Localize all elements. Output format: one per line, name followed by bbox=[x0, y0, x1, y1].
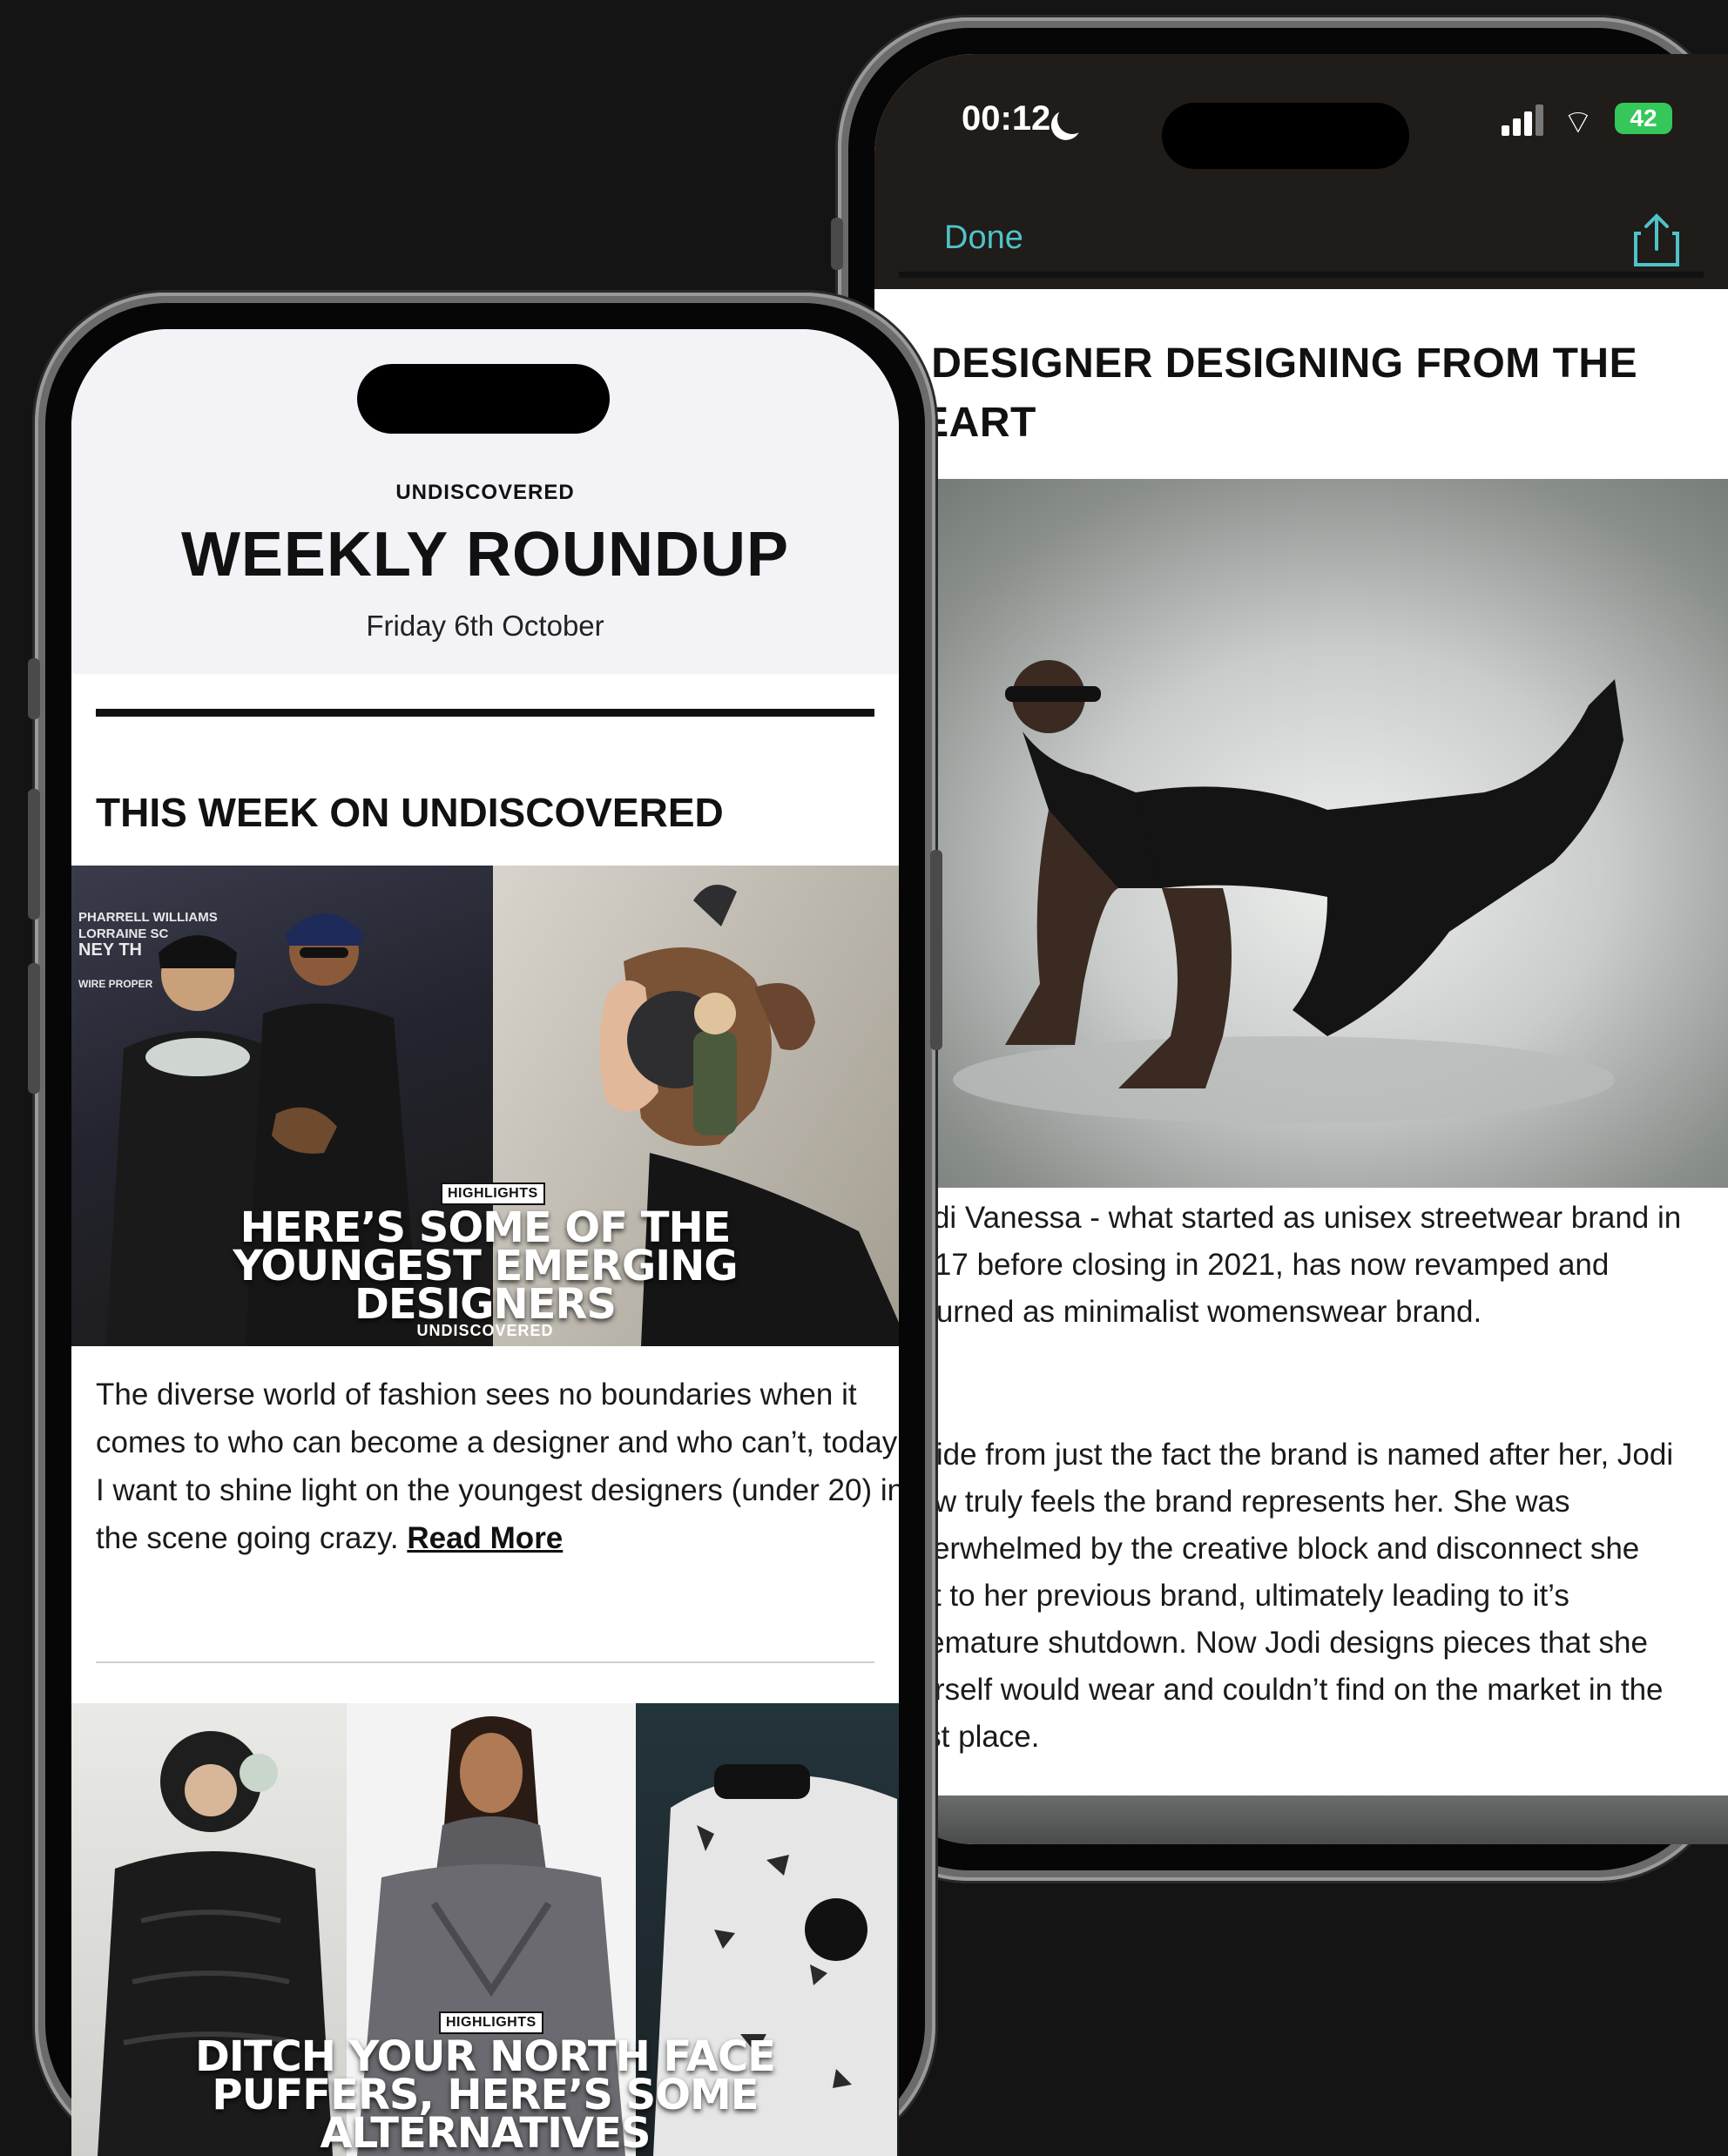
highlights-badge: HIGHLIGHTS bbox=[439, 2011, 543, 2034]
share-icon[interactable] bbox=[1630, 211, 1683, 268]
read-more-link[interactable]: Read More bbox=[407, 1521, 563, 1555]
back-phone-frame: 00:12 ⌔ 42 Done A DESIGNER DESIGNING FRO… bbox=[831, 17, 1728, 1881]
cellular-signal-icon bbox=[1502, 104, 1545, 136]
article-photo bbox=[874, 1796, 1728, 1844]
newsletter-header: UNDISCOVERED WEEKLY ROUNDUP Friday 6th O… bbox=[71, 329, 899, 674]
story-summary: The diverse world of fashion sees no bou… bbox=[96, 1371, 899, 1562]
side-button bbox=[930, 850, 942, 1050]
side-button bbox=[28, 658, 40, 719]
story-hero-image[interactable]: HIGHLIGHTS DITCH YOUR NORTH FACE PUFFERS… bbox=[71, 1703, 899, 2156]
side-button bbox=[28, 963, 40, 1094]
divider bbox=[96, 1661, 874, 1663]
front-phone-frame: UNDISCOVERED WEEKLY ROUNDUP Friday 6th O… bbox=[28, 293, 942, 2156]
brand-name: UNDISCOVERED bbox=[395, 481, 575, 504]
status-time: 00:12 bbox=[962, 99, 1051, 138]
story-overlay-title: DITCH YOUR NORTH FACE PUFFERS, HERE’S SO… bbox=[195, 2032, 776, 2156]
newsletter-title: WEEKLY ROUNDUP bbox=[180, 520, 790, 590]
story-hero-image[interactable]: PHARRELL WILLIAMS LORRAINE SC NEY TH WIR… bbox=[71, 866, 899, 1346]
section-title: THIS WEEK ON UNDISCOVERED bbox=[96, 790, 724, 835]
divider bbox=[96, 709, 874, 717]
article-heading: A DESIGNER DESIGNING FROM THE HEART bbox=[890, 340, 1638, 446]
back-phone-screen: 00:12 ⌔ 42 Done A DESIGNER DESIGNING FRO… bbox=[874, 54, 1728, 1844]
story-overlay-title: HERE’S SOME OF THE YOUNGEST EMERGING DES… bbox=[233, 1203, 738, 1329]
status-bar: 00:12 ⌔ 42 bbox=[874, 54, 1728, 193]
model-photo bbox=[874, 479, 1728, 1188]
newsletter-date: Friday 6th October bbox=[366, 610, 604, 642]
side-button bbox=[28, 789, 40, 920]
wifi-icon: ⌔ bbox=[1563, 104, 1594, 141]
dynamic-island bbox=[1162, 103, 1409, 169]
done-button[interactable]: Done bbox=[944, 219, 1023, 257]
moon-icon bbox=[1053, 100, 1091, 138]
dynamic-island bbox=[357, 364, 610, 434]
article-paragraph: Jodi Vanessa - what started as unisex st… bbox=[901, 1201, 1682, 1329]
model-illustration bbox=[953, 660, 1623, 1123]
article-paragraph: Aside from just the fact the brand is na… bbox=[901, 1438, 1674, 1754]
front-phone-screen: UNDISCOVERED WEEKLY ROUNDUP Friday 6th O… bbox=[71, 329, 899, 2156]
image-brand-label: UNDISCOVERED bbox=[416, 1322, 554, 1339]
highlights-badge: HIGHLIGHTS bbox=[441, 1182, 545, 1205]
side-button bbox=[831, 218, 843, 270]
battery-indicator: 42 bbox=[1615, 103, 1672, 134]
divider bbox=[899, 272, 1704, 278]
